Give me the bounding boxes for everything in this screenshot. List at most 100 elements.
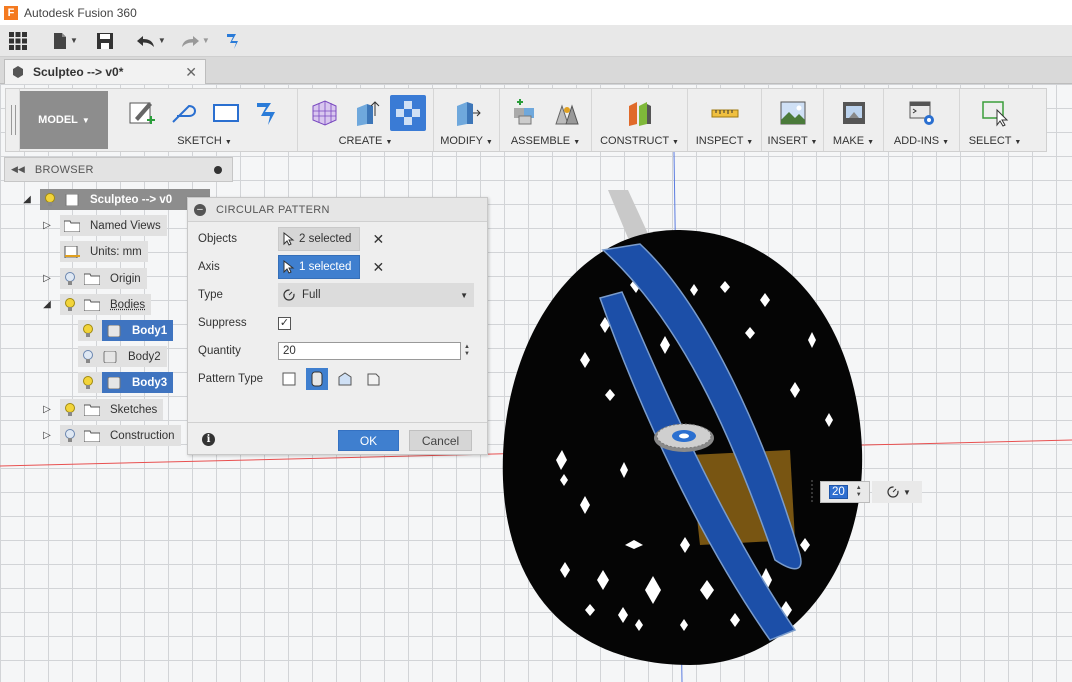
- quantity-input[interactable]: 20: [278, 342, 461, 360]
- inline-type-dropdown[interactable]: ▼: [872, 481, 922, 503]
- tree-units[interactable]: Units: mm: [60, 241, 148, 262]
- press-pull-icon[interactable]: [449, 95, 485, 131]
- tree-origin[interactable]: ▷ Origin: [40, 268, 147, 289]
- spinner-arrows[interactable]: ▲ ▼: [856, 485, 862, 499]
- scripts-addins-icon[interactable]: [904, 95, 940, 131]
- tree-named-views[interactable]: ▷ Named Views: [40, 215, 167, 236]
- quantity-stepper[interactable]: ▲ ▼: [464, 344, 470, 358]
- clear-objects-icon[interactable]: ✕: [372, 231, 384, 248]
- tree-root[interactable]: ◢ Sculpteo --> v0: [20, 189, 210, 210]
- root-label: Sculpteo --> v0: [90, 193, 173, 206]
- tree-construction[interactable]: ▷ Construction: [40, 425, 181, 446]
- visibility-bulb-icon[interactable]: [64, 428, 76, 443]
- select-menu[interactable]: SELECT ▼: [969, 135, 1022, 147]
- addins-menu[interactable]: ADD-INS ▼: [894, 135, 949, 147]
- objects-selector[interactable]: 2 selected: [278, 227, 361, 251]
- ok-button[interactable]: OK: [338, 430, 399, 451]
- visibility-bulb-icon[interactable]: [64, 297, 76, 312]
- canvas-image-icon[interactable]: [775, 95, 811, 131]
- inline-quantity-field[interactable]: 20 ▲ ▼: [820, 481, 870, 503]
- expand-triangle-icon[interactable]: ▷: [40, 404, 54, 415]
- assemble-group[interactable]: ASSEMBLE ▼: [500, 89, 592, 151]
- modify-menu[interactable]: MODIFY ▼: [440, 135, 493, 147]
- axis-selector[interactable]: 1 selected: [278, 255, 361, 279]
- measure-icon[interactable]: [707, 95, 743, 131]
- sketch-menu[interactable]: SKETCH ▼: [177, 135, 232, 147]
- create-sketch-icon[interactable]: [124, 95, 160, 131]
- line-icon[interactable]: [166, 95, 202, 131]
- document-tab[interactable]: Sculpteo --> v0* ✕: [4, 59, 206, 84]
- pattern-components-icon[interactable]: [362, 368, 384, 390]
- data-panel-button[interactable]: [8, 27, 28, 55]
- pattern-faces-icon[interactable]: [278, 368, 300, 390]
- workspace-switcher[interactable]: MODEL ▼: [20, 91, 108, 149]
- modify-group[interactable]: MODIFY ▼: [434, 89, 500, 151]
- collapse-icon[interactable]: ◀◀: [11, 164, 25, 175]
- inspect-menu[interactable]: INSPECT ▼: [696, 135, 753, 147]
- visibility-bulb-icon[interactable]: [44, 192, 56, 207]
- visibility-bulb-icon[interactable]: [82, 375, 94, 390]
- visibility-bulb-icon[interactable]: [82, 349, 94, 364]
- info-icon[interactable]: i: [202, 432, 215, 446]
- suppress-checkbox[interactable]: ✓: [278, 316, 291, 330]
- type-dropdown[interactable]: Full ▼: [278, 283, 474, 307]
- visibility-bulb-icon[interactable]: [64, 402, 76, 417]
- rectangle-icon[interactable]: [208, 95, 244, 131]
- make-menu[interactable]: MAKE ▼: [833, 135, 874, 147]
- offset-plane-icon[interactable]: [622, 95, 658, 131]
- create-menu[interactable]: CREATE ▼: [339, 135, 393, 147]
- browser-panel-header[interactable]: ◀◀ BROWSER: [4, 157, 233, 182]
- tree-body1[interactable]: Body1: [78, 320, 174, 341]
- box-icon[interactable]: [306, 95, 342, 131]
- collapse-dialog-icon[interactable]: –: [194, 203, 206, 216]
- inspect-group[interactable]: INSPECT ▼: [688, 89, 762, 151]
- create-form-icon[interactable]: [250, 95, 286, 131]
- toolbar-grip[interactable]: [6, 89, 20, 151]
- create-group[interactable]: CREATE ▼: [298, 89, 434, 151]
- expand-triangle-icon[interactable]: ▷: [40, 273, 54, 284]
- dialog-header[interactable]: – CIRCULAR PATTERN: [188, 198, 487, 222]
- tree-body3[interactable]: Body3: [78, 372, 174, 393]
- addins-group[interactable]: ADD-INS ▼: [884, 89, 960, 151]
- tree-body2[interactable]: Body2: [78, 346, 167, 367]
- pattern-bodies-icon[interactable]: [306, 368, 328, 390]
- tree-sketches[interactable]: ▷ Sketches: [40, 399, 164, 420]
- clear-axis-icon[interactable]: ✕: [372, 259, 384, 276]
- pattern-icon[interactable]: [389, 95, 426, 131]
- save-button[interactable]: [96, 27, 114, 55]
- select-group[interactable]: SELECT ▼: [960, 89, 1030, 151]
- sculpt-mode-button[interactable]: [224, 27, 246, 55]
- joint-icon[interactable]: [549, 95, 585, 131]
- new-component-icon[interactable]: [507, 95, 543, 131]
- axis-manipulator[interactable]: [654, 423, 714, 452]
- redo-button[interactable]: ▼: [180, 27, 210, 55]
- extrude-icon[interactable]: [348, 95, 384, 131]
- expand-triangle-icon[interactable]: ▷: [40, 430, 54, 441]
- collapse-triangle-icon[interactable]: ◢: [40, 299, 54, 310]
- construct-group[interactable]: CONSTRUCT ▼: [592, 89, 688, 151]
- cancel-button[interactable]: Cancel: [409, 430, 472, 451]
- sketch-group[interactable]: SKETCH ▼: [112, 89, 298, 151]
- tree-bodies[interactable]: ◢ Bodies: [40, 294, 152, 315]
- file-menu-button[interactable]: ▼: [52, 27, 78, 55]
- visibility-bulb-icon[interactable]: [82, 323, 94, 338]
- collapse-triangle-icon[interactable]: ◢: [20, 194, 34, 205]
- document-tab-bar: Sculpteo --> v0* ✕: [0, 57, 1072, 84]
- assemble-menu[interactable]: ASSEMBLE ▼: [511, 135, 580, 147]
- pattern-features-icon[interactable]: [334, 368, 356, 390]
- construct-menu[interactable]: CONSTRUCT ▼: [600, 135, 679, 147]
- save-icon: [96, 32, 113, 49]
- folder-icon: [84, 273, 100, 285]
- expand-triangle-icon[interactable]: ▷: [40, 220, 54, 231]
- undo-button[interactable]: ▼: [136, 27, 166, 55]
- units-label: Units: mm: [90, 245, 142, 258]
- select-icon[interactable]: [977, 95, 1013, 131]
- insert-menu[interactable]: INSERT ▼: [768, 135, 818, 147]
- visibility-bulb-icon[interactable]: [64, 271, 76, 286]
- pin-icon[interactable]: [214, 165, 222, 174]
- make-group[interactable]: MAKE ▼: [824, 89, 884, 151]
- inline-quantity-value[interactable]: 20: [829, 485, 848, 499]
- close-icon[interactable]: ✕: [185, 64, 197, 81]
- 3d-print-icon[interactable]: [836, 95, 872, 131]
- insert-group[interactable]: INSERT ▼: [762, 89, 824, 151]
